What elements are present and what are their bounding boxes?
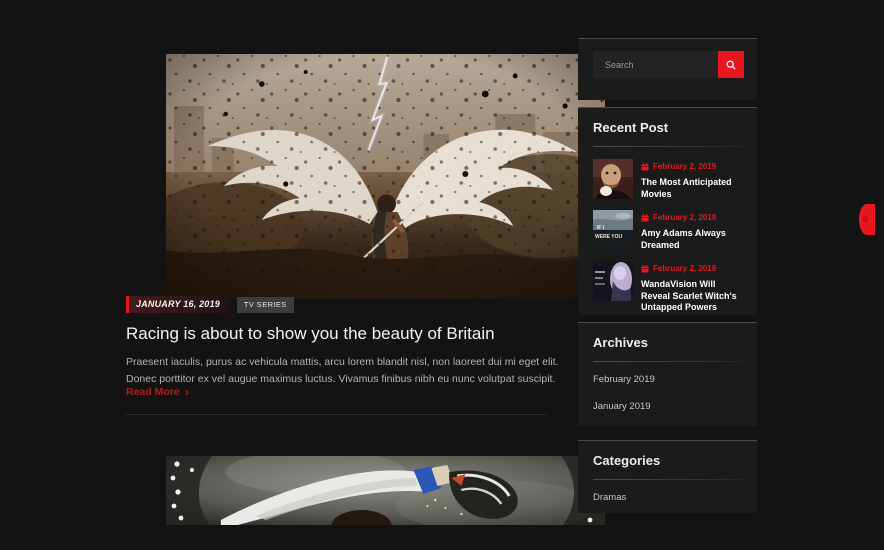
recent-post-date: February 2, 2019 — [653, 264, 717, 273]
recent-post-date: February 2, 2019 — [653, 213, 717, 222]
recent-post-item-2[interactable]: IF I WERE YOU February 2, 2019 Amy Adams… — [593, 210, 742, 251]
article-date-badge: JANUARY 16, 2019 — [126, 296, 229, 313]
category-link-dramas[interactable]: Dramas — [593, 492, 742, 503]
article-title[interactable]: Racing is about to show you the beauty o… — [126, 324, 495, 344]
recent-post-date: February 2, 2019 — [653, 162, 717, 171]
recent-post-title[interactable]: The Most Anticipated Movies — [641, 177, 742, 200]
featured-article-image[interactable] — [166, 54, 605, 299]
thumbnail-text-line1: IF I — [597, 225, 605, 231]
recent-post-thumbnail-1 — [593, 159, 633, 199]
read-more-label: Read More — [126, 386, 180, 398]
article-excerpt: Praesent iaculis, purus ac vehicula matt… — [126, 356, 559, 385]
archives-widget: Archives February 2019 January 2019 — [578, 322, 757, 426]
search-icon — [726, 60, 736, 70]
read-more-link[interactable]: Read More › — [126, 386, 189, 398]
heading-rule — [593, 146, 742, 147]
sidebar: Recent Post — [578, 38, 757, 513]
heading-rule — [593, 479, 742, 480]
recent-posts-heading: Recent Post — [593, 120, 669, 135]
search-box — [593, 51, 744, 78]
second-article-image[interactable] — [166, 456, 605, 525]
categories-heading: Categories — [593, 453, 661, 468]
heading-rule — [593, 361, 742, 362]
recent-post-item-1[interactable]: February 2, 2019 The Most Anticipated Mo… — [593, 159, 742, 200]
man-with-cup-thumbnail — [593, 159, 633, 199]
article-meta: JANUARY 16, 2019 TV SERIES — [126, 296, 294, 313]
gear-icon: ⚙ — [862, 215, 870, 224]
chevron-right-icon: › — [184, 385, 189, 399]
thumbnail-text-line2: WERE YOU — [595, 234, 623, 240]
winged-warrior-illustration — [166, 54, 605, 299]
recent-post-item-3[interactable]: February 2, 2019 WandaVision Will Reveal… — [593, 261, 742, 314]
search-button[interactable] — [718, 51, 744, 78]
wandavision-thumbnail — [593, 261, 633, 301]
recent-post-thumbnail-2: IF I WERE YOU — [593, 210, 633, 250]
categories-widget: Categories Dramas — [578, 440, 757, 513]
search-widget — [578, 38, 757, 100]
archive-link-january-2019[interactable]: January 2019 — [593, 401, 742, 412]
article-category-tag[interactable]: TV SERIES — [236, 296, 294, 313]
movie-scene-thumbnail: IF I WERE YOU — [593, 210, 633, 250]
goalkeeper-illustration — [166, 456, 605, 525]
calendar-icon — [641, 264, 649, 272]
calendar-icon — [641, 213, 649, 221]
recent-post-title[interactable]: Amy Adams Always Dreamed — [641, 228, 742, 251]
archives-heading: Archives — [593, 335, 648, 350]
recent-post-date-row: February 2, 2019 — [641, 213, 742, 222]
customizer-toggle-button[interactable]: ⚙ — [859, 204, 875, 235]
recent-post-date-row: February 2, 2019 — [641, 264, 742, 273]
recent-post-thumbnail-3 — [593, 261, 633, 301]
recent-posts-widget: Recent Post February 2, 2019 The Most An… — [578, 107, 757, 315]
recent-post-date-row: February 2, 2019 — [641, 162, 742, 171]
archive-link-february-2019[interactable]: February 2019 — [593, 374, 742, 385]
article-divider — [126, 414, 546, 415]
recent-post-title[interactable]: WandaVision Will Reveal Scarlet Witch's … — [641, 279, 742, 314]
calendar-icon — [641, 162, 649, 170]
